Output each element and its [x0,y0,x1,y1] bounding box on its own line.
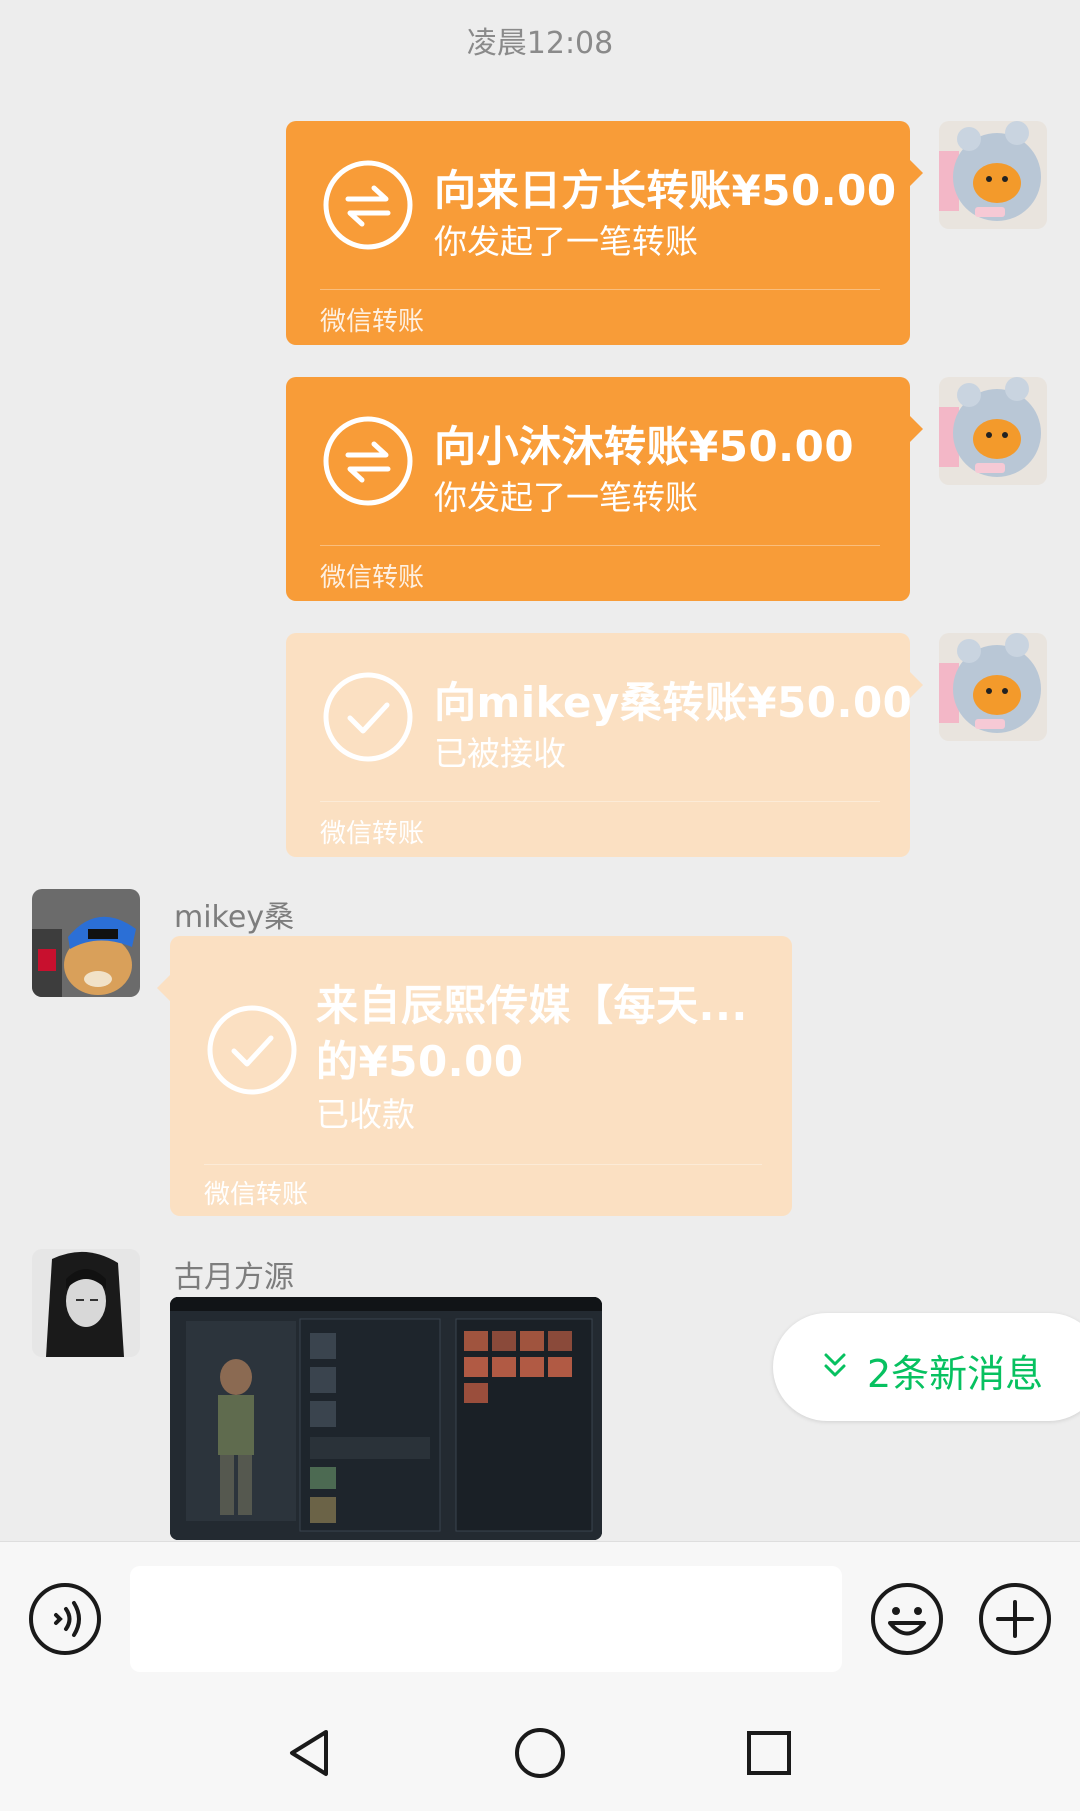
double-chevron-down-icon [824,1353,846,1377]
transfer-footer: 微信转账 [320,819,425,849]
transfer-footer: 微信转账 [320,307,425,337]
transfer-status: 已被接收 [434,734,566,773]
voice-input-icon[interactable] [28,1582,102,1656]
my-avatar[interactable] [939,121,1047,229]
transfer-message[interactable]: 来自辰熙传媒【每天... 的¥50.00 已收款 微信转账 [157,936,792,1216]
divider [320,801,880,802]
new-messages-label: 2条新消息 [867,1352,1044,1396]
timestamp: 凌晨12:08 [466,26,614,61]
check-circle-icon [323,672,413,762]
transfer-footer: 微信转账 [204,1180,309,1210]
transfer-amount: 的¥50.00 [316,1037,524,1086]
transfer-message[interactable]: 向mikey桑转账¥50.00 已被接收 微信转账 [286,633,923,857]
my-avatar[interactable] [939,377,1047,485]
nav-home-icon[interactable] [513,1726,567,1780]
new-messages-button[interactable]: 2条新消息 [773,1313,1080,1421]
plus-circle-icon[interactable] [978,1582,1052,1656]
divider [204,1164,762,1165]
nav-back-icon[interactable] [282,1726,336,1780]
emoji-icon[interactable] [870,1582,944,1656]
transfer-icon [323,416,413,506]
transfer-status: 已收款 [316,1095,415,1134]
transfer-title: 向mikey桑转账¥50.00 [434,678,913,727]
divider [320,545,880,546]
contact-avatar[interactable] [32,1249,140,1357]
transfer-message[interactable]: 向来日方长转账¥50.00 你发起了一笔转账 微信转账 [286,121,923,345]
sender-name: mikey桑 [174,900,295,935]
transfer-title: 来自辰熙传媒【每天... [316,981,748,1030]
message-input[interactable] [130,1566,842,1672]
game-screenshot-image [170,1297,602,1540]
chat-input-bar [0,1541,1080,1689]
transfer-message[interactable]: 向小沐沐转账¥50.00 你发起了一笔转账 微信转账 [286,377,923,601]
system-nav-bar [0,1688,1080,1811]
transfer-icon [323,160,413,250]
transfer-status: 你发起了一笔转账 [434,478,698,517]
check-circle-icon [207,1005,297,1095]
nav-recents-icon[interactable] [742,1726,796,1780]
transfer-title: 向小沐沐转账¥50.00 [434,422,855,471]
sender-name: 古月方源 [174,1260,294,1295]
my-avatar[interactable] [939,633,1047,741]
transfer-title: 向来日方长转账¥50.00 [434,166,897,215]
transfer-footer: 微信转账 [320,563,425,593]
divider [320,289,880,290]
image-message[interactable] [170,1297,602,1540]
transfer-status: 你发起了一笔转账 [434,222,698,261]
contact-avatar[interactable] [32,889,140,997]
